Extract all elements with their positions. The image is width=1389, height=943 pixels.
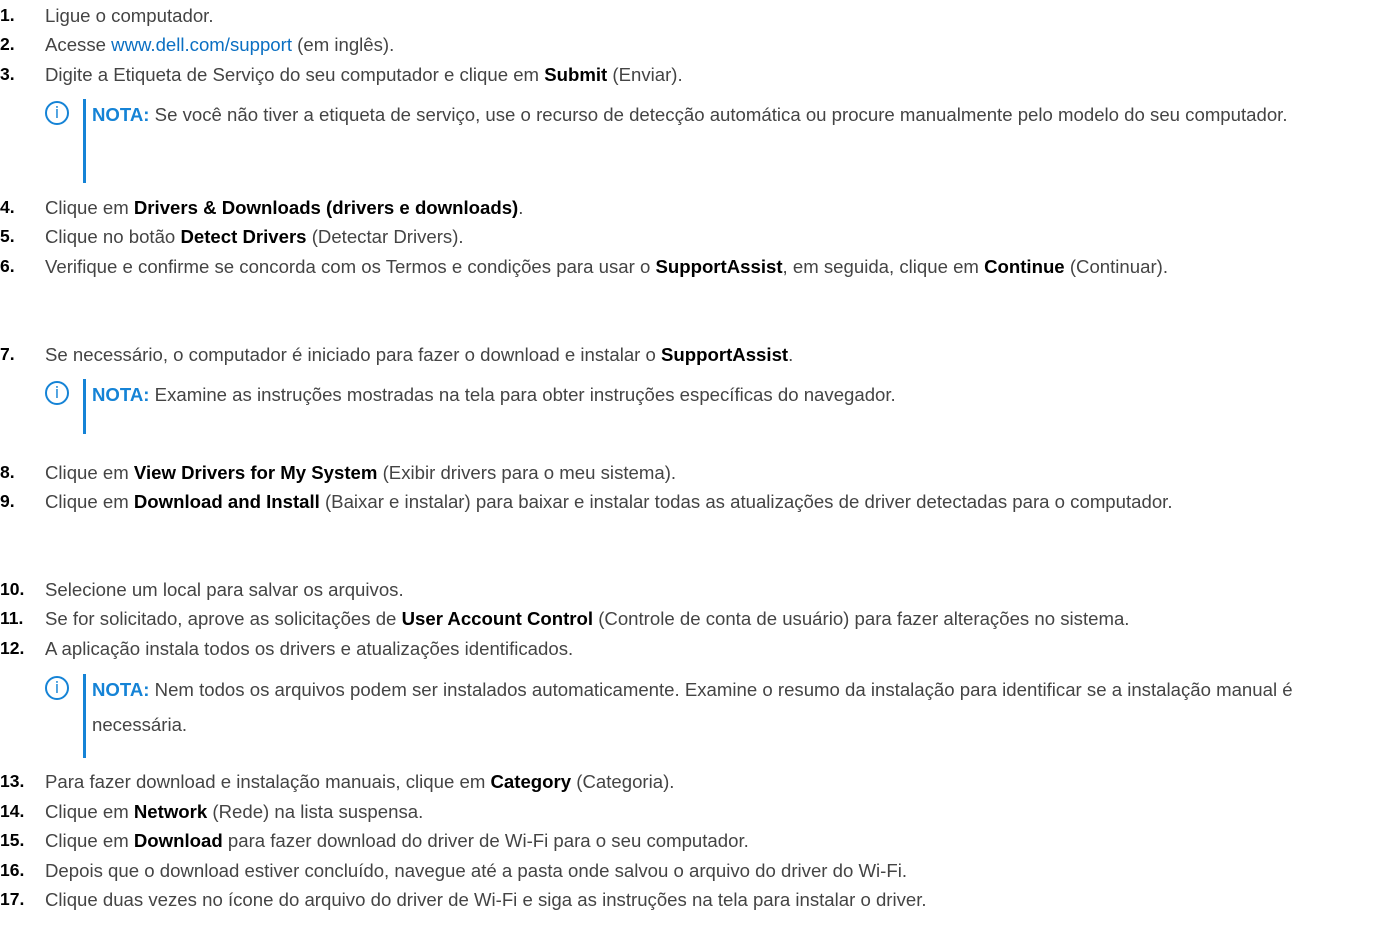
step-text-run: (Exibir drivers para o meu sistema). [377,462,677,483]
step-text-run: Clique em [45,197,134,218]
step-text: Se for solicitado, aprove as solicitaçõe… [45,604,1389,633]
step-number: 8. [0,462,15,482]
step-text: Ligue o computador. [45,1,1389,30]
note-label: NOTA: [92,384,150,405]
step-number: 1. [0,5,15,25]
step-text: Clique em Network (Rede) na lista suspen… [45,797,1389,826]
step-emphasis: Detect Drivers [180,226,307,247]
step-number: 14. [0,801,25,821]
step-emphasis: Drivers & Downloads (drivers e downloads… [133,197,519,218]
step-text-run: (em inglês). [292,34,395,55]
step-number: 4. [0,197,15,217]
step-text-run: Clique duas vezes no ícone do arquivo do… [45,889,927,910]
note-accent-bar [83,99,86,183]
step-text-run: Clique no botão [45,226,181,247]
note-accent-bar [83,379,86,434]
step-emphasis: Category [490,771,572,792]
step-text-run: (Continuar). [1064,256,1168,277]
step-text-run: . [518,197,524,218]
info-icon: i [45,381,69,405]
step-number: 16. [0,860,25,880]
step-text-run: Depois que o download estiver concluído,… [45,860,908,881]
step-text-run: Clique em [45,801,134,822]
step-text-run: Se for solicitado, aprove as solicitaçõe… [45,608,402,629]
step-text: Selecione um local para salvar os arquiv… [45,575,1389,604]
instruction-document: 1. Ligue o computador. 2. Acesse www.dell.… [0,0,1389,943]
step-text-run: Ligue o computador. [45,5,214,26]
note-manual-install: i NOTA: Nem todos os arquivos podem ser … [45,672,1385,764]
step-number: 3. [0,64,15,84]
step-number: 5. [0,226,15,246]
step-text: Se necessário, o computador é iniciado p… [45,340,1389,369]
step-text-run: (Rede) na lista suspensa. [207,801,424,822]
step-text: Clique em Download para fazer download d… [45,826,1389,855]
step-emphasis: Network [133,801,208,822]
step-text-run: (Controle de conta de usuário) para faze… [593,608,1130,629]
step-emphasis: Continue [984,256,1065,277]
step-text: Clique em View Drivers for My System (Ex… [45,458,1389,487]
info-icon: i [45,101,69,125]
step-text-run: Se necessário, o computador é iniciado p… [45,344,662,365]
step-text-run: Para fazer download e instalação manuais… [45,771,491,792]
note-text: Se você não tiver a etiqueta de serviço,… [149,104,1288,125]
note-service-tag: i NOTA: Se você não tiver a etiqueta de … [45,97,1385,189]
step-emphasis: Submit [544,64,608,85]
step-number: 12. [0,638,25,658]
step-number: 17. [0,889,25,909]
step-emphasis: SupportAssist [661,344,789,365]
step-text: Clique em Drivers & Downloads (drivers e… [45,193,1389,222]
step-number: 2. [0,34,15,54]
step-text: Para fazer download e instalação manuais… [45,767,1389,796]
step-text-run: Digite a Etiqueta de Serviço do seu comp… [45,64,545,85]
step-text: Verifique e confirme se concorda com os … [45,252,1385,281]
note-label: NOTA: [92,679,150,700]
step-emphasis: Download [133,830,223,851]
step-text-run: (Baixar e instalar) para baixar e instal… [319,491,1173,512]
step-text-run: Verifique e confirme se concorda com os … [45,256,656,277]
step-text-run: (Categoria). [571,771,675,792]
step-text: Clique em Download and Install (Baixar e… [45,487,1385,516]
step-text-run: Clique em [45,491,134,512]
note-text: Nem todos os arquivos podem ser instalad… [92,679,1293,735]
step-text-run: Acesse [45,34,112,55]
step-text-run: (Detectar Drivers). [306,226,464,247]
step-text: Digite a Etiqueta de Serviço do seu comp… [45,60,1389,89]
step-number: 15. [0,830,25,850]
note-text: Examine as instruções mostradas na tela … [149,384,896,405]
support-link[interactable]: www.dell.com/support [111,34,292,55]
step-text: A aplicação instala todos os drivers e a… [45,634,1389,663]
step-text-run: para fazer download do driver de Wi-Fi p… [222,830,749,851]
step-emphasis: View Drivers for My System [133,462,378,483]
step-emphasis: Download and Install [133,491,320,512]
note-accent-bar [83,674,86,758]
note-label: NOTA: [92,104,150,125]
step-text-run: . [788,344,794,365]
step-text-run: Clique em [45,830,134,851]
step-text-run: , em seguida, clique em [782,256,985,277]
step-number: 6. [0,256,15,276]
info-icon: i [45,676,69,700]
step-emphasis: User Account Control [401,608,594,629]
step-text-run: A aplicação instala todos os drivers e a… [45,638,574,659]
step-text-run: Clique em [45,462,134,483]
step-number: 13. [0,771,25,791]
step-text: Clique no botão Detect Drivers (Detectar… [45,222,1389,251]
step-text-run: (Enviar). [607,64,683,85]
step-number: 9. [0,491,15,511]
step-text: Acesse www.dell.com/support (em inglês). [45,30,1389,59]
step-number: 10. [0,579,25,599]
step-emphasis: SupportAssist [655,256,783,277]
step-number: 7. [0,344,15,364]
note-browser: i NOTA: Examine as instruções mostradas … [45,377,1385,437]
step-number: 11. [0,608,24,628]
step-text: Clique duas vezes no ícone do arquivo do… [45,885,1389,914]
step-text-run: Selecione um local para salvar os arquiv… [45,579,404,600]
step-text: Depois que o download estiver concluído,… [45,856,1389,885]
